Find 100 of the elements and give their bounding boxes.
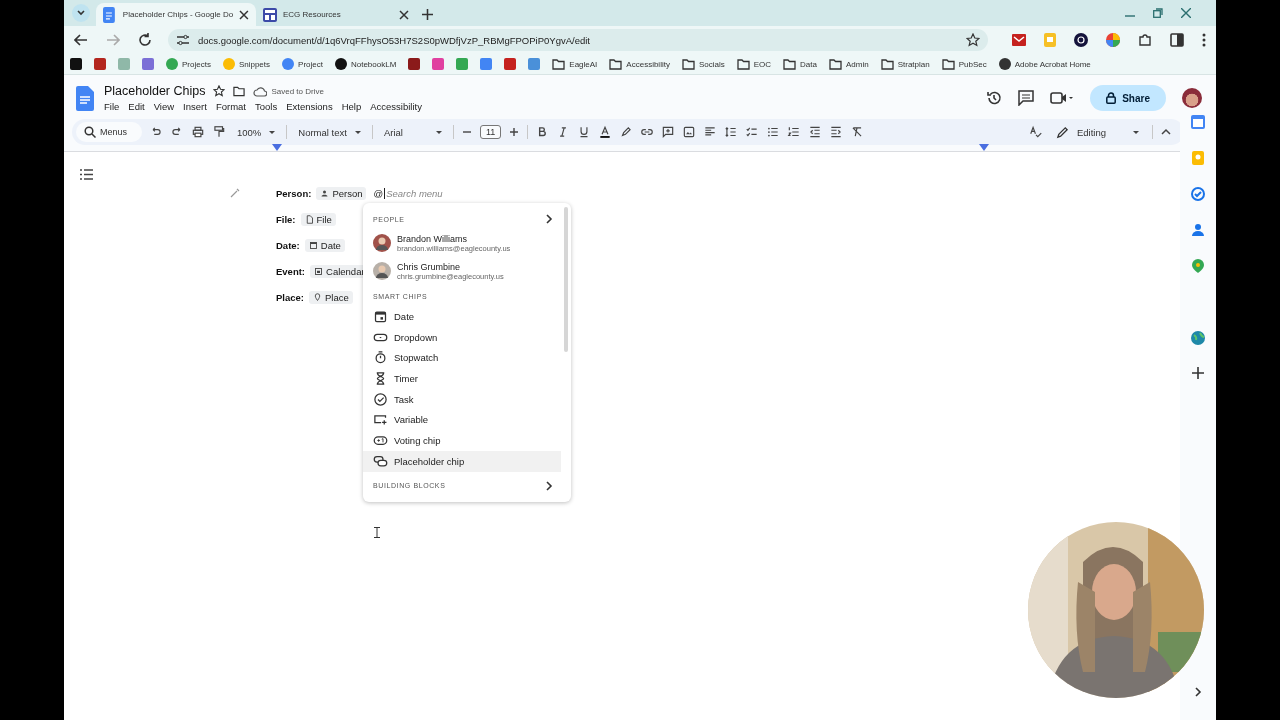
menu-item[interactable]: Task <box>363 388 561 410</box>
document-title[interactable]: Placeholder Chips <box>104 84 206 98</box>
share-button[interactable]: Share <box>1090 85 1166 111</box>
edit-icon[interactable] <box>230 188 240 198</box>
bullet-list-icon[interactable] <box>766 125 781 139</box>
highlight-icon[interactable] <box>619 125 634 139</box>
bookmark-folder[interactable]: PubSec <box>941 58 987 70</box>
menu-item[interactable]: Placeholder chip <box>363 450 561 472</box>
extension-icon[interactable] <box>1074 33 1088 47</box>
bookmark[interactable]: Projects <box>166 58 211 70</box>
scrollbar[interactable] <box>564 207 568 352</box>
close-icon[interactable] <box>399 9 409 20</box>
font-size-field[interactable]: 11 <box>479 125 502 139</box>
smart-chip[interactable]: Person <box>316 187 367 200</box>
menu-item[interactable]: Tools <box>254 101 278 112</box>
puzzle-icon[interactable] <box>1138 33 1152 47</box>
menu-search-field[interactable]: Menus <box>76 122 142 142</box>
menu-item[interactable]: Accessibility <box>370 101 422 112</box>
color-wheel-icon[interactable] <box>1106 33 1120 47</box>
spellcheck-icon[interactable] <box>1029 125 1043 139</box>
menu-item[interactable]: Help <box>341 101 362 112</box>
chip-icon <box>373 453 388 469</box>
menu-item[interactable]: Edit <box>128 101 145 112</box>
browser-tab[interactable]: Placeholder Chips - Google Do <box>96 3 256 26</box>
bookmark[interactable]: Project <box>282 58 323 70</box>
plus-icon[interactable] <box>508 126 521 138</box>
smart-chip[interactable]: File <box>300 213 336 226</box>
menu-item[interactable]: Stopwatch <box>363 347 561 369</box>
new-tab-icon[interactable] <box>422 9 433 20</box>
search-menu-field[interactable]: Search menu <box>384 188 477 199</box>
checklist-icon[interactable] <box>745 125 760 139</box>
bookmark-folder[interactable]: Data <box>783 58 817 70</box>
video-call-icon[interactable] <box>1050 91 1075 105</box>
bookmark-folder[interactable]: Socials <box>681 58 725 70</box>
indent-decrease-icon[interactable] <box>808 125 823 139</box>
bookmark-folder[interactable]: EOC <box>736 58 772 70</box>
tab-list-button[interactable] <box>72 4 90 22</box>
bookmark[interactable]: Adobe Acrobat Home <box>998 58 1091 70</box>
align-icon[interactable] <box>703 125 718 139</box>
bookmark-folder[interactable]: Accessibility <box>609 58 670 70</box>
side-panel-icon[interactable] <box>1170 33 1184 47</box>
bookmark-folder[interactable]: Stratplan <box>880 58 930 70</box>
contacts-icon[interactable] <box>1192 223 1204 237</box>
smart-chip[interactable]: Place <box>309 291 353 304</box>
menu-item[interactable]: File <box>104 101 120 112</box>
outline-icon[interactable] <box>80 169 93 180</box>
smart-chip[interactable]: Date <box>304 239 345 252</box>
line-spacing-icon[interactable] <box>724 125 739 139</box>
browser-tab[interactable]: ECG Resources <box>256 3 416 26</box>
bookmark-icon[interactable] <box>504 58 517 70</box>
site-icon <box>334 58 347 70</box>
menu-item[interactable]: Extensions <box>286 101 333 112</box>
more-icon[interactable] <box>1202 33 1206 47</box>
reload-icon[interactable] <box>138 33 152 47</box>
editing-mode-dropdown[interactable]: Editing <box>1050 125 1145 139</box>
address-bar[interactable]: docs.google.com/document/d/1q6VrqFFhysO53H7S2S0pWDfjVzP_RBMgFPOPiP0YgvA/edit <box>168 29 988 51</box>
site-settings-icon[interactable] <box>176 34 190 46</box>
paint-format-icon[interactable] <box>212 125 226 139</box>
task-icon[interactable] <box>1191 187 1205 201</box>
bookmark-icon[interactable] <box>432 58 445 70</box>
text-color-icon[interactable] <box>598 125 613 139</box>
docs-logo-icon[interactable] <box>76 85 94 111</box>
print-icon[interactable] <box>191 125 205 139</box>
move-folder-icon[interactable] <box>233 85 246 97</box>
bookmark-folder[interactable]: Admin <box>828 58 869 70</box>
comment-icon[interactable] <box>661 125 676 139</box>
bookmark[interactable]: NotebookLM <box>334 58 397 70</box>
bookmark-icon[interactable] <box>70 58 82 70</box>
comment-icon[interactable] <box>1018 90 1035 106</box>
menu-item[interactable]: View <box>153 101 175 112</box>
menu-item[interactable]: Dropdown <box>363 326 561 348</box>
close-icon[interactable] <box>239 9 249 20</box>
globe-icon[interactable] <box>1191 331 1205 345</box>
zoom-dropdown[interactable]: 100% <box>233 126 280 138</box>
star-icon[interactable] <box>966 33 980 47</box>
map-pin-icon[interactable] <box>1192 259 1204 273</box>
bookmark-icon[interactable] <box>408 58 421 70</box>
bookmark[interactable]: Snippets <box>222 58 271 70</box>
menu-item[interactable]: Timer <box>363 368 561 389</box>
document-icon <box>103 6 117 23</box>
menu-item[interactable]: Format <box>215 101 246 112</box>
back-icon[interactable] <box>74 33 88 47</box>
mail-icon[interactable] <box>1012 34 1026 46</box>
font-dropdown[interactable]: Arial <box>379 126 446 138</box>
menu-item[interactable]: Date <box>363 306 561 327</box>
chevron-right-icon[interactable] <box>1194 687 1202 697</box>
bookmark-folder[interactable]: EagleAI <box>552 58 598 70</box>
style-dropdown[interactable]: Normal text <box>294 126 365 138</box>
history-icon[interactable] <box>986 90 1003 106</box>
avatar[interactable] <box>1182 88 1202 108</box>
plus-icon[interactable] <box>1192 367 1204 379</box>
restore-icon[interactable] <box>1153 8 1163 18</box>
numbered-list-icon[interactable] <box>787 125 802 139</box>
indent-increase-icon[interactable] <box>829 125 844 139</box>
image-icon[interactable] <box>682 125 697 139</box>
menu-item[interactable]: Voting chip <box>363 430 561 451</box>
menu-item[interactable]: Variable <box>363 409 561 431</box>
calendar-icon[interactable] <box>1191 115 1205 129</box>
menu-item[interactable]: Insert <box>183 101 207 112</box>
star-icon[interactable] <box>213 85 226 97</box>
